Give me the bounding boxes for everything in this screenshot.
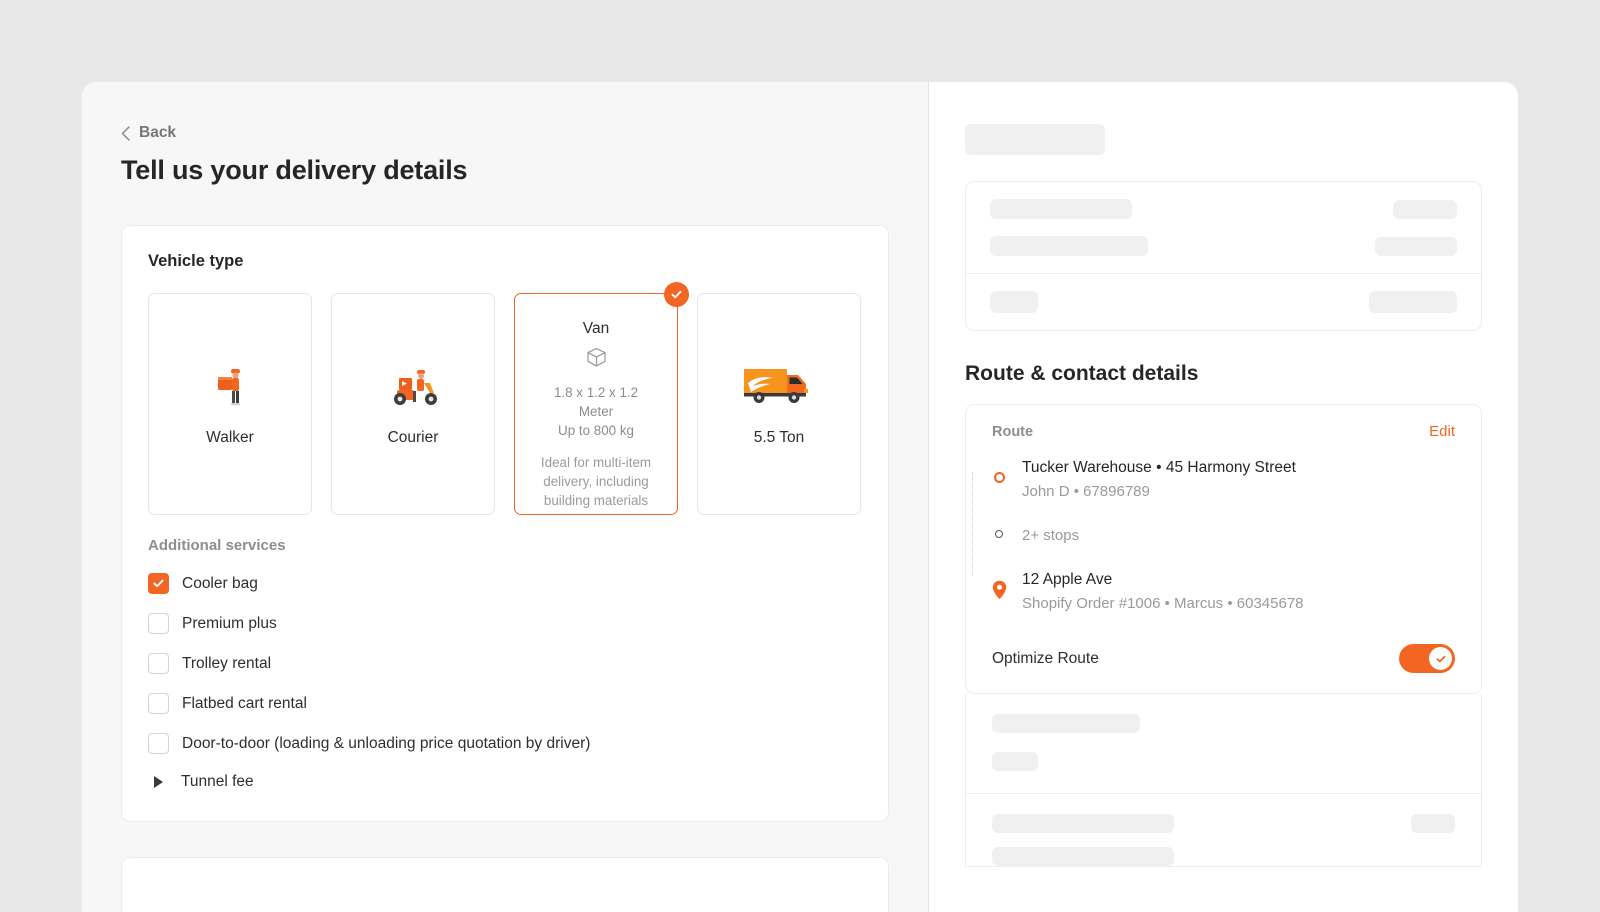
skeleton-bar bbox=[990, 236, 1148, 256]
service-option-trolley-rental[interactable]: Trolley rental bbox=[148, 653, 862, 674]
vehicle-spec-unit: Meter bbox=[578, 404, 614, 420]
route-stop-dropoff[interactable]: 12 Apple Ave Shopify Order #1006 • Marcu… bbox=[992, 568, 1455, 622]
tunnel-fee-label: Tunnel fee bbox=[181, 773, 254, 790]
walker-illustration bbox=[212, 361, 248, 412]
vehicle-option-courier[interactable]: Courier bbox=[331, 293, 495, 515]
vehicle-option-label: Courier bbox=[387, 429, 439, 446]
vehicle-option-label: Walker bbox=[206, 429, 254, 446]
summary-panel: Route & contact details Route Edit Tucke… bbox=[929, 82, 1518, 912]
triangle-right-icon bbox=[154, 776, 163, 788]
checkbox-flatbed-cart-rental[interactable] bbox=[148, 693, 169, 714]
checkbox-door-to-door[interactable] bbox=[148, 733, 169, 754]
skeleton-card-bottom bbox=[965, 794, 1482, 868]
edit-route-link[interactable]: Edit bbox=[1429, 423, 1455, 440]
skeleton-bar bbox=[992, 814, 1174, 834]
route-card: Route Edit Tucker Warehouse • 45 Harmony… bbox=[965, 404, 1482, 695]
skeleton-card-top bbox=[965, 181, 1482, 331]
skeleton-bar bbox=[1411, 814, 1455, 834]
service-option-door-to-door[interactable]: Door-to-door (loading & unloading price … bbox=[148, 733, 862, 754]
service-label: Premium plus bbox=[182, 614, 277, 632]
vehicle-spec-capacity: Up to 800 kg bbox=[558, 423, 634, 439]
midpoint-text: 2+ stops bbox=[1022, 524, 1079, 554]
back-button[interactable]: Back bbox=[121, 124, 176, 142]
skeleton-bar bbox=[1393, 199, 1457, 219]
skeleton-bar bbox=[1369, 291, 1457, 313]
pickup-title: Tucker Warehouse • 45 Harmony Street bbox=[1022, 459, 1296, 476]
stop-dot-icon bbox=[992, 524, 1006, 554]
vehicle-options-list: Walker Courier Van 1.8 x 1.2 x 1.2 Meter… bbox=[148, 282, 862, 515]
skeleton-row bbox=[966, 274, 1481, 330]
skeleton-title bbox=[965, 124, 1105, 155]
scooter-courier-illustration bbox=[387, 361, 439, 412]
route-connector-line bbox=[972, 472, 974, 576]
chevron-left-icon bbox=[121, 125, 130, 141]
route-contact-heading: Route & contact details bbox=[965, 362, 1199, 385]
skeleton-row bbox=[966, 794, 1481, 834]
checkbox-trolley-rental[interactable] bbox=[148, 653, 169, 674]
box-icon bbox=[586, 347, 607, 373]
vehicle-option-truck[interactable]: 5.5 Ton bbox=[697, 293, 861, 515]
vehicle-option-walker[interactable]: Walker bbox=[148, 293, 312, 515]
toggle-knob-check-icon bbox=[1429, 647, 1452, 671]
next-section-card bbox=[121, 857, 889, 912]
stops-count-label: 2+ stops bbox=[1022, 527, 1080, 545]
service-option-cooler-bag[interactable]: Cooler bag bbox=[148, 573, 862, 594]
skeleton-bar bbox=[990, 291, 1038, 313]
page-title: Tell us your delivery details bbox=[121, 155, 468, 185]
optimize-route-label: Optimize Route bbox=[992, 649, 1099, 667]
route-label: Route bbox=[992, 423, 1034, 440]
pickup-text: Tucker Warehouse • 45 Harmony Street Joh… bbox=[1022, 456, 1296, 510]
pickup-contact: John D • 67896789 bbox=[1022, 483, 1150, 501]
delivery-booking-window: Back Tell us your delivery details Vehic… bbox=[82, 82, 1518, 912]
vehicle-option-label: Van bbox=[582, 320, 610, 337]
vehicle-type-card: Vehicle type Walker Courier Van 1.8 x 1.… bbox=[121, 225, 889, 822]
vehicle-spec-dimensions: 1.8 x 1.2 x 1.2 bbox=[553, 385, 639, 400]
selected-check-badge bbox=[664, 282, 689, 307]
skeleton-bar bbox=[992, 847, 1174, 867]
pickup-circle-icon bbox=[992, 456, 1006, 510]
delivery-details-panel: Back Tell us your delivery details Vehic… bbox=[82, 82, 929, 912]
checkbox-cooler-bag[interactable] bbox=[148, 573, 169, 594]
optimize-route-toggle[interactable] bbox=[1399, 644, 1455, 674]
service-label: Door-to-door (loading & unloading price … bbox=[182, 734, 591, 752]
service-option-flatbed-cart-rental[interactable]: Flatbed cart rental bbox=[148, 693, 862, 714]
skeleton-bar bbox=[992, 752, 1038, 772]
skeleton-card-middle bbox=[965, 694, 1482, 795]
skeleton-bar bbox=[990, 199, 1132, 219]
dropoff-contact: Shopify Order #1006 • Marcus • 60345678 bbox=[1022, 595, 1304, 613]
skeleton-bar bbox=[992, 714, 1140, 734]
service-option-premium-plus[interactable]: Premium plus bbox=[148, 613, 862, 634]
checkbox-premium-plus[interactable] bbox=[148, 613, 169, 634]
vehicle-description: Ideal for multi-item delivery, including… bbox=[540, 455, 652, 509]
back-label: Back bbox=[139, 124, 177, 141]
map-pin-icon bbox=[992, 568, 1006, 622]
vehicle-type-heading: Vehicle type bbox=[148, 252, 244, 270]
service-label: Cooler bag bbox=[182, 574, 258, 592]
vehicle-option-label: 5.5 Ton bbox=[753, 429, 805, 446]
additional-services-heading: Additional services bbox=[148, 537, 286, 554]
route-card-header: Route Edit bbox=[966, 405, 1481, 444]
truck-illustration bbox=[742, 361, 816, 412]
skeleton-row bbox=[966, 182, 1481, 236]
dropoff-text: 12 Apple Ave Shopify Order #1006 • Marcu… bbox=[1022, 568, 1304, 622]
optimize-route-row: Optimize Route bbox=[966, 628, 1481, 693]
vehicle-option-van[interactable]: Van 1.8 x 1.2 x 1.2 Meter Up to 800 kg I… bbox=[514, 282, 689, 515]
tunnel-fee-accordion[interactable]: Tunnel fee bbox=[148, 773, 862, 791]
route-stops-list: Tucker Warehouse • 45 Harmony Street Joh… bbox=[966, 444, 1481, 628]
service-label: Trolley rental bbox=[182, 654, 272, 672]
route-stop-pickup[interactable]: Tucker Warehouse • 45 Harmony Street Joh… bbox=[992, 456, 1455, 510]
skeleton-bar bbox=[1375, 236, 1457, 256]
skeleton-row bbox=[966, 236, 1481, 273]
route-stop-midpoint[interactable]: 2+ stops bbox=[992, 524, 1455, 554]
dropoff-title: 12 Apple Ave bbox=[1022, 571, 1113, 589]
service-label: Flatbed cart rental bbox=[182, 694, 307, 712]
